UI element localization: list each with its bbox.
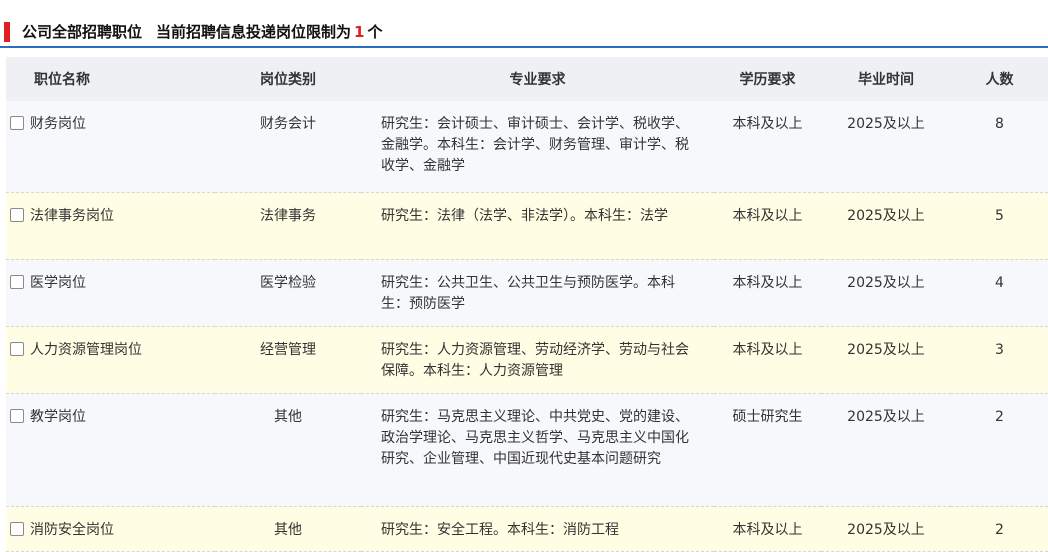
job-name[interactable]: 法律事务岗位 <box>30 208 114 224</box>
table-header-row: 职位名称 岗位类别 专业要求 学历要求 毕业时间 人数 <box>6 57 1048 101</box>
select-checkbox[interactable] <box>10 341 24 356</box>
job-major: 研究生：安全工程。本科生：消防工程 <box>361 506 714 552</box>
job-category: 法律事务 <box>215 192 361 260</box>
job-major: 研究生：公共卫生、公共卫生与预防医学。本科生：预防医学 <box>361 259 714 327</box>
job-category: 医学检验 <box>215 259 361 327</box>
table-row: 消防安全岗位 其他 研究生：安全工程。本科生：消防工程 本科及以上 2025及以… <box>6 506 1048 552</box>
table-row: 教学岗位 其他 研究生：马克思主义理论、中共党史、党的建设、政治学理论、马克思主… <box>6 393 1048 507</box>
job-major: 研究生：会计硕士、审计硕士、会计学、税收学、金融学。本科生：会计学、财务管理、审… <box>361 101 714 193</box>
job-name-cell: 人力资源管理岗位 <box>6 326 215 394</box>
page-header: 公司全部招聘职位 当前招聘信息投递岗位限制为 1 个 <box>0 0 1048 48</box>
col-header-education: 学历要求 <box>714 57 821 101</box>
job-count: 8 <box>951 101 1048 193</box>
select-checkbox[interactable] <box>10 116 24 130</box>
job-education: 本科及以上 <box>714 101 821 193</box>
job-name-cell: 财务岗位 <box>6 101 215 193</box>
select-checkbox[interactable] <box>10 521 24 536</box>
page-title: 公司全部招聘职位 当前招聘信息投递岗位限制为 1 个 <box>22 22 382 42</box>
select-checkbox[interactable] <box>10 274 24 289</box>
col-header-category: 岗位类别 <box>215 57 361 101</box>
table-row: 财务岗位 财务会计 研究生：会计硕士、审计硕士、会计学、税收学、金融学。本科生：… <box>6 101 1048 193</box>
job-major: 研究生：马克思主义理论、中共党史、党的建设、政治学理论、马克思主义哲学、马克思主… <box>361 393 714 507</box>
jobs-table: 职位名称 岗位类别 专业要求 学历要求 毕业时间 人数 财务岗位 财务会计 研究… <box>6 57 1048 552</box>
job-education: 本科及以上 <box>714 259 821 327</box>
job-education: 本科及以上 <box>714 506 821 552</box>
table-row: 法律事务岗位 法律事务 研究生：法律（法学、非法学）。本科生：法学 本科及以上 … <box>6 192 1048 260</box>
job-education: 本科及以上 <box>714 192 821 260</box>
job-count: 3 <box>951 326 1048 394</box>
job-grad-time: 2025及以上 <box>821 326 951 394</box>
job-count: 4 <box>951 259 1048 327</box>
job-count: 2 <box>951 393 1048 507</box>
job-education: 硕士研究生 <box>714 393 821 507</box>
job-major: 研究生：人力资源管理、劳动经济学、劳动与社会保障。本科生：人力资源管理 <box>361 326 714 394</box>
job-name[interactable]: 人力资源管理岗位 <box>30 342 142 358</box>
job-grad-time: 2025及以上 <box>821 192 951 260</box>
select-checkbox[interactable] <box>10 408 24 423</box>
col-header-grad-time: 毕业时间 <box>821 57 951 101</box>
select-checkbox[interactable] <box>10 207 24 222</box>
job-grad-time: 2025及以上 <box>821 101 951 193</box>
job-name[interactable]: 医学岗位 <box>30 275 86 291</box>
table-row: 人力资源管理岗位 经营管理 研究生：人力资源管理、劳动经济学、劳动与社会保障。本… <box>6 326 1048 394</box>
job-category: 其他 <box>215 506 361 552</box>
job-category: 经营管理 <box>215 326 361 394</box>
job-grad-time: 2025及以上 <box>821 393 951 507</box>
col-header-major: 专业要求 <box>361 57 714 101</box>
job-name-cell: 教学岗位 <box>6 393 215 507</box>
job-name-cell: 法律事务岗位 <box>6 192 215 260</box>
job-education: 本科及以上 <box>714 326 821 394</box>
job-name-cell: 消防安全岗位 <box>6 506 215 552</box>
title-text: 公司全部招聘职位 <box>22 23 143 41</box>
col-header-count: 人数 <box>951 57 1048 101</box>
job-category: 财务会计 <box>215 101 361 193</box>
job-name[interactable]: 教学岗位 <box>30 409 86 425</box>
col-header-name: 职位名称 <box>6 57 215 101</box>
limit-suffix: 个 <box>367 23 383 41</box>
job-grad-time: 2025及以上 <box>821 506 951 552</box>
job-name[interactable]: 财务岗位 <box>30 116 86 132</box>
job-name[interactable]: 消防安全岗位 <box>30 522 114 538</box>
title-accent-bar <box>4 22 10 42</box>
job-count: 5 <box>951 192 1048 260</box>
job-category: 其他 <box>215 393 361 507</box>
job-name-cell: 医学岗位 <box>6 259 215 327</box>
table-row: 医学岗位 医学检验 研究生：公共卫生、公共卫生与预防医学。本科生：预防医学 本科… <box>6 259 1048 327</box>
limit-number: 1 <box>354 23 365 41</box>
limit-prefix: 当前招聘信息投递岗位限制为 <box>156 23 352 41</box>
job-count: 2 <box>951 506 1048 552</box>
job-grad-time: 2025及以上 <box>821 259 951 327</box>
job-major: 研究生：法律（法学、非法学）。本科生：法学 <box>361 192 714 260</box>
